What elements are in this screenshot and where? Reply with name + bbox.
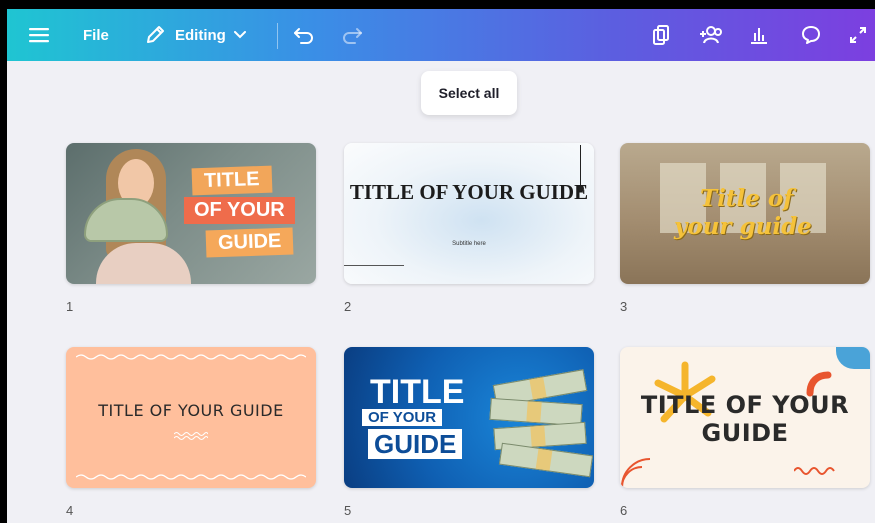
slide-5-title-line: GUIDE	[368, 429, 463, 459]
slide-2-subtitle: Subtitle here	[452, 241, 486, 247]
select-all-button[interactable]: Select all	[421, 71, 517, 115]
toolbar-divider	[277, 23, 278, 49]
insights-chart-icon[interactable]	[749, 9, 769, 61]
slide-4-wave-bottom	[76, 474, 306, 480]
slide-number-1: 1	[66, 299, 74, 314]
slide-1-title-line: GUIDE	[205, 227, 294, 258]
slide-number-4: 4	[66, 503, 74, 518]
slide-2-deco-line-h	[344, 265, 404, 266]
slide-4-squiggle	[174, 432, 208, 440]
undo-icon[interactable]	[293, 9, 315, 61]
slide-number-6: 6	[620, 503, 628, 518]
slide-number-2: 2	[344, 299, 352, 314]
editor-screen: File Editing Select all TITLE OF YOUR GU…	[7, 9, 875, 523]
slide-4-wave-top	[76, 354, 306, 360]
slide-number-3: 3	[620, 299, 628, 314]
slide-5-cash-stack	[498, 442, 594, 478]
chevron-down-icon	[233, 31, 246, 39]
slide-6-title: TITLE OF YOUR GUIDE	[640, 391, 850, 447]
redo-icon[interactable]	[341, 9, 363, 61]
slide-1-title-line: TITLE	[191, 165, 272, 196]
slide-number-5: 5	[344, 503, 352, 518]
file-menu-button[interactable]: File	[83, 9, 109, 61]
hamburger-menu-icon[interactable]	[29, 9, 49, 61]
file-menu-label: File	[83, 26, 109, 44]
select-all-label: Select all	[438, 85, 500, 101]
slide-thumbnail-2[interactable]: TITLE OF YOUR GUIDE Subtitle here	[344, 143, 594, 284]
pencil-icon	[145, 25, 165, 45]
slide-6-squiggle	[794, 467, 835, 475]
slide-2-title: TITLE OF YOUR GUIDE	[349, 180, 589, 204]
editing-mode-dropdown[interactable]: Editing	[145, 9, 246, 61]
slide-thumbnail-6[interactable]: TITLE OF YOUR GUIDE	[620, 347, 870, 488]
slide-3-title-line: Title of	[700, 185, 794, 212]
slide-thumbnail-4[interactable]: TITLE OF YOUR GUIDE	[66, 347, 316, 488]
slide-thumbnail-5[interactable]: TITLE OF YOUR GUIDE	[344, 347, 594, 488]
slide-1-title-line: OF YOUR	[184, 197, 295, 224]
slide-6-blue-blob	[836, 347, 870, 369]
comment-icon[interactable]	[801, 9, 821, 61]
slide-3-title-line: your guide	[674, 213, 812, 240]
editing-mode-label: Editing	[175, 26, 226, 44]
slide-4-title: TITLE OF YOUR GUIDE	[98, 401, 284, 420]
slide-thumbnail-3[interactable]: Title of your guide	[620, 143, 870, 284]
expand-icon[interactable]	[849, 9, 867, 61]
top-toolbar: File Editing	[7, 9, 875, 61]
slide-thumbnail-1[interactable]: TITLE OF YOUR GUIDE	[66, 143, 316, 284]
slide-5-title-line: OF YOUR	[362, 409, 443, 426]
pages-icon[interactable]	[651, 9, 671, 61]
slide-5-title-line: TITLE	[370, 373, 465, 411]
slide-6-corner-arcs	[621, 458, 651, 487]
add-people-icon[interactable]	[699, 9, 725, 61]
